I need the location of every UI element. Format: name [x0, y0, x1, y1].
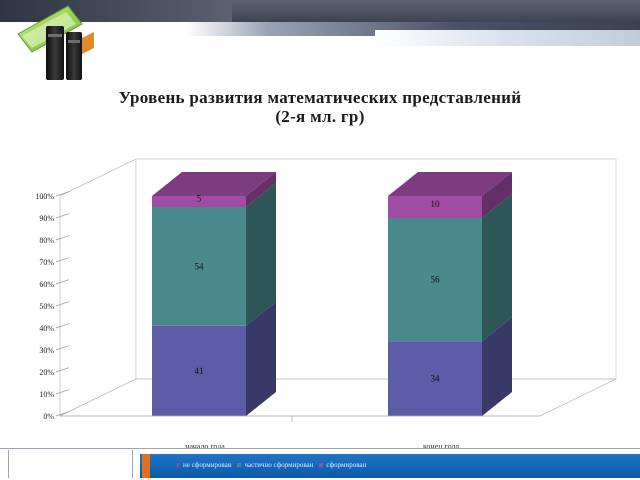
y-tick-label: 10%	[39, 390, 54, 399]
legend-item: не сформирован	[176, 461, 231, 469]
chart-title-line1: Уровень развития математических представ…	[118, 88, 522, 107]
data-label: 5	[197, 194, 202, 204]
floor	[59, 378, 617, 417]
chart-legend: не сформирован частично сформирован сформи…	[176, 458, 366, 472]
stacked-bar-chart: 0%10%20%30%40%50%60%70%80%90%100%41545на…	[35, 158, 617, 448]
footer-accent	[142, 454, 150, 478]
legend-label: не сформирован	[183, 461, 232, 469]
books-icon	[17, 5, 94, 80]
y-tick-label: 90%	[39, 214, 54, 223]
footer-divider	[0, 448, 640, 449]
legend-swatch	[176, 463, 180, 467]
legend-label: сформирован	[326, 461, 367, 469]
data-label: 54	[195, 261, 205, 271]
footer-tick	[8, 450, 9, 478]
y-tick-label: 100%	[35, 192, 54, 201]
data-label: 56	[431, 275, 441, 285]
bar-segment-side	[246, 183, 276, 326]
y-tick-label: 80%	[39, 236, 54, 245]
y-tick-label: 70%	[39, 258, 54, 267]
legend-item: частично сформирован	[237, 461, 313, 469]
chart-title: Уровень развития математических представ…	[40, 88, 600, 126]
y-tick-label: 40%	[39, 324, 54, 333]
chart-title-line2: (2-я мл. гр)	[275, 107, 365, 126]
data-label: 41	[195, 366, 204, 376]
y-tick-label: 30%	[39, 346, 54, 355]
footer-tick	[132, 450, 133, 478]
y-tick-label: 50%	[39, 302, 54, 311]
y-tick-label: 0%	[43, 412, 54, 421]
legend-swatch	[319, 463, 324, 467]
y-tick-label: 60%	[39, 280, 54, 289]
legend-item: сформирован	[319, 461, 366, 469]
legend-swatch	[237, 463, 242, 467]
bar-segment-side	[482, 194, 512, 342]
data-label: 10	[431, 199, 441, 209]
data-label: 34	[431, 374, 441, 384]
y-tick-label: 20%	[39, 368, 54, 377]
side-wall	[59, 158, 137, 417]
header-ribbon-light	[375, 30, 640, 46]
legend-label: частично сформирован	[244, 461, 314, 469]
